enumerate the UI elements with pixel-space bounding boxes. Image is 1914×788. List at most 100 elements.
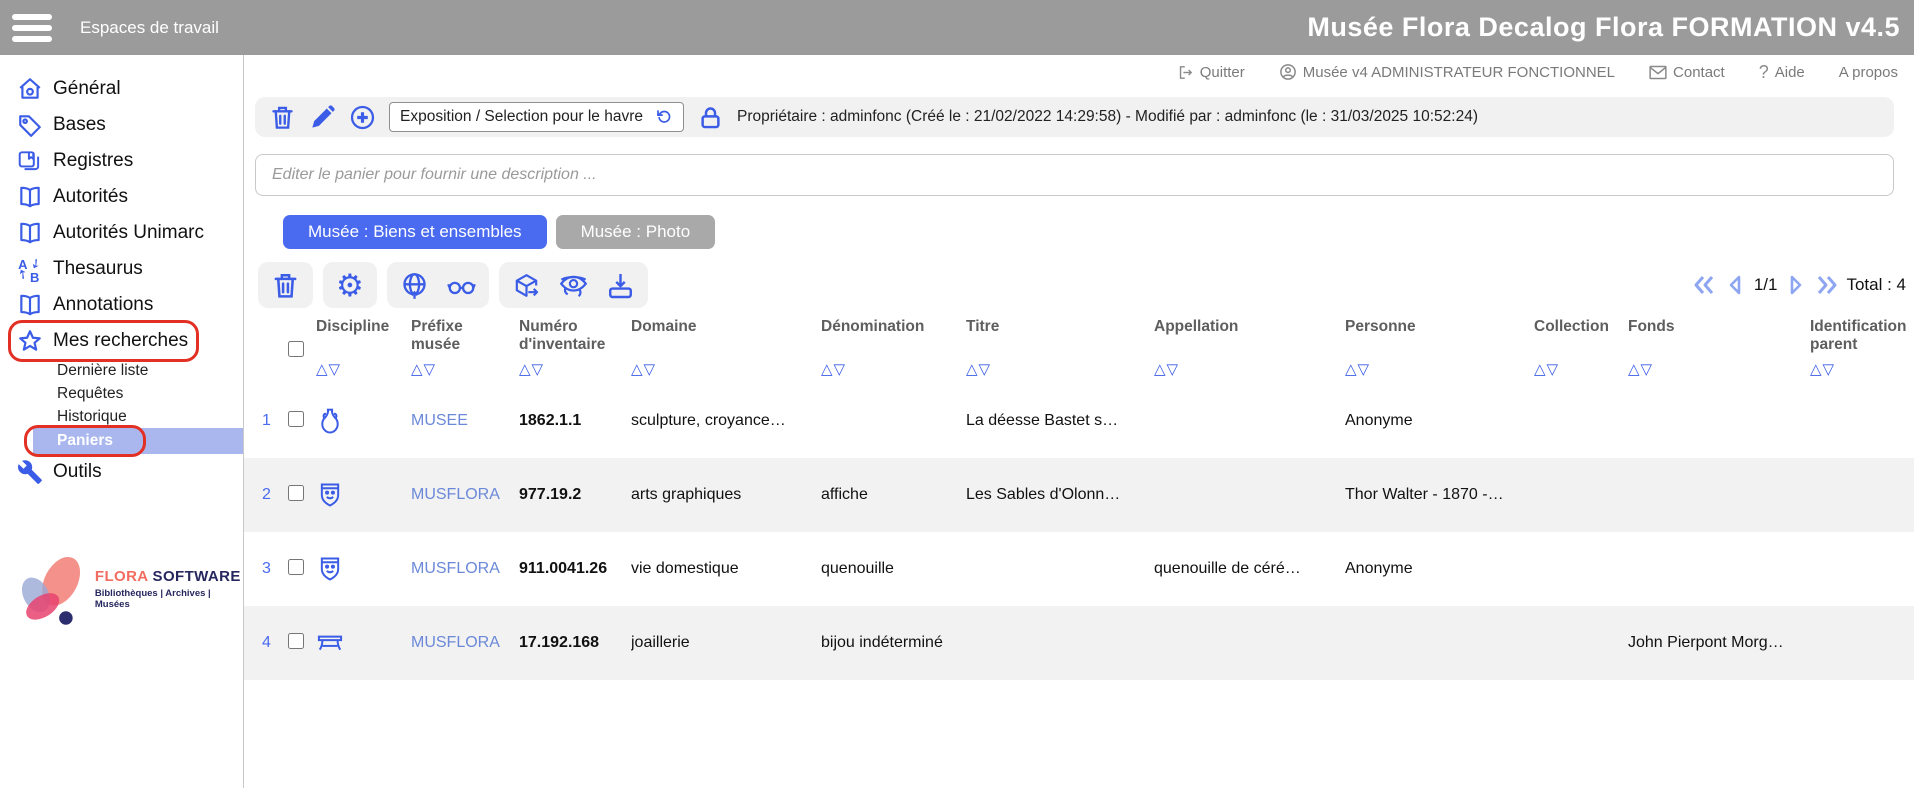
select-all-checkbox[interactable] <box>288 341 304 357</box>
quitter-link[interactable]: Quitter <box>1177 64 1245 81</box>
sidebar-item-label: Outils <box>53 461 102 482</box>
add-basket-icon[interactable] <box>349 104 376 131</box>
sidebar-item-autorites[interactable]: Autorités <box>0 179 243 215</box>
personne-cell: Anonyme <box>1345 560 1413 577</box>
edit-pencil-icon[interactable] <box>309 104 336 131</box>
basket-selector[interactable]: Exposition / Selection pour le havre <box>389 102 684 132</box>
prefixe-link[interactable]: MUSFLORA <box>411 634 519 652</box>
total-count: Total : 4 <box>1846 275 1906 294</box>
crest-icon <box>320 483 340 507</box>
open-book-icon <box>20 186 40 208</box>
column-header: Fonds <box>1628 318 1675 335</box>
export-group <box>498 262 648 308</box>
settings-button[interactable]: ⚙ <box>323 262 377 308</box>
row-number-link[interactable]: 2 <box>262 486 288 504</box>
prefixe-link[interactable]: MUSEE <box>411 412 519 430</box>
first-page-icon[interactable] <box>1692 273 1716 297</box>
row-number-link[interactable]: 3 <box>262 560 288 578</box>
export-box-icon[interactable] <box>512 271 541 300</box>
apropos-link[interactable]: A propos <box>1839 64 1898 81</box>
logout-icon <box>1179 65 1192 79</box>
sidebar-subitem-paniers[interactable]: Paniers <box>24 425 243 457</box>
contact-link[interactable]: Contact <box>1649 64 1725 81</box>
refresh-icon[interactable] <box>655 108 673 126</box>
main-content: Quitter Musée v4 ADMINISTRATEUR FONCTION… <box>244 55 1914 788</box>
sidebar-item-outils[interactable]: Outils <box>0 454 243 490</box>
sort-arrows[interactable]: △▽ <box>1810 360 1914 378</box>
table-row: 2 MUSFLORA 977.19.2 arts graphiques affi… <box>244 458 1914 532</box>
table-row: 3 MUSFLORA 911.0041.26 vie domestique qu… <box>244 532 1914 606</box>
numero-cell: 17.192.168 <box>519 634 600 651</box>
tab-photo[interactable]: Musée : Photo <box>555 215 716 249</box>
column-header: Identification parent <box>1810 318 1907 353</box>
domaine-cell: vie domestique <box>631 560 739 577</box>
column-header: Domaine <box>631 318 697 335</box>
sort-arrows[interactable]: △▽ <box>411 360 515 378</box>
horus-eye-icon[interactable] <box>559 271 588 300</box>
sidebar-item-autorites-unimarc[interactable]: Autorités Unimarc <box>0 215 243 251</box>
sort-arrows[interactable]: △▽ <box>1345 360 1530 378</box>
sidebar-item-registres[interactable]: Registres <box>0 143 243 179</box>
row-number-link[interactable]: 4 <box>262 634 288 652</box>
denomination-cell: affiche <box>821 486 868 503</box>
row-checkbox[interactable] <box>288 410 304 427</box>
table-header: Discipline △▽ Préfixe musée △▽ Numéro d'in… <box>244 314 1914 384</box>
prefixe-link[interactable]: MUSFLORA <box>411 560 519 578</box>
numero-cell: 977.19.2 <box>519 486 582 503</box>
glasses-icon[interactable] <box>446 271 476 300</box>
aide-link[interactable]: ? Aide <box>1759 62 1805 83</box>
column-header: Numéro d'inventaire <box>519 318 606 353</box>
amphora-icon <box>321 408 339 434</box>
sort-arrows[interactable]: △▽ <box>631 360 817 378</box>
basket-description-input[interactable] <box>255 154 1894 196</box>
sidebar-subitem-derniere-liste[interactable]: Dernière liste <box>0 359 243 382</box>
sort-arrows[interactable]: △▽ <box>1534 360 1624 378</box>
row-number-link[interactable]: 1 <box>262 412 288 430</box>
sort-arrows[interactable]: △▽ <box>1628 360 1806 378</box>
delete-basket-icon[interactable] <box>269 104 296 131</box>
last-page-icon[interactable] <box>1815 273 1839 297</box>
publish-group <box>386 262 489 308</box>
row-checkbox[interactable] <box>288 632 304 649</box>
hamburger-menu-icon[interactable] <box>12 9 52 47</box>
globe-upload-icon[interactable] <box>400 271 429 300</box>
user-account[interactable]: Musée v4 ADMINISTRATEUR FONCTIONNEL <box>1279 63 1615 81</box>
sidebar-subitem-requetes[interactable]: Requêtes <box>0 382 243 405</box>
registers-icon <box>18 151 40 171</box>
row-checkbox[interactable] <box>288 484 304 501</box>
titre-cell: Les Sables d'Olonn… <box>966 486 1121 503</box>
sort-arrows[interactable]: △▽ <box>1154 360 1341 378</box>
sidebar-item-bases[interactable]: Bases <box>0 107 243 143</box>
sidebar-item-label: Thesaurus <box>53 258 143 279</box>
sidebar-item-general[interactable]: Général <box>0 71 243 107</box>
sidebar-item-annotations[interactable]: Annotations <box>0 287 243 323</box>
download-icon[interactable] <box>606 271 635 300</box>
sidebar-item-mes-recherches[interactable]: Mes recherches <box>0 320 243 362</box>
logo-brand-software: SOFTWARE <box>147 568 241 585</box>
utility-bar: Quitter Musée v4 ADMINISTRATEUR FONCTION… <box>244 55 1914 89</box>
basket-selector-value: Exposition / Selection pour le havre <box>400 108 643 125</box>
crest-icon <box>320 557 340 581</box>
sidebar-subitem-historique[interactable]: Historique <box>0 405 243 428</box>
next-page-icon[interactable] <box>1784 273 1808 297</box>
sort-arrows[interactable]: △▽ <box>519 360 627 378</box>
column-header: Titre <box>966 318 1000 335</box>
column-header: Appellation <box>1154 318 1239 335</box>
delete-button[interactable] <box>258 262 313 308</box>
question-mark-icon: ? <box>1758 61 1769 82</box>
prefixe-link[interactable]: MUSFLORA <box>411 486 519 504</box>
tab-biens-et-ensembles[interactable]: Musée : Biens et ensembles <box>283 215 547 249</box>
user-label: Musée v4 ADMINISTRATEUR FONCTIONNEL <box>1302 63 1616 81</box>
sort-arrows[interactable]: △▽ <box>316 360 407 378</box>
basket-toolbar: Exposition / Selection pour le havre Pro… <box>255 97 1894 137</box>
sidebar-item-label: Mes recherches <box>53 330 189 351</box>
sidebar-item-thesaurus[interactable]: AB Thesaurus <box>0 251 243 287</box>
logo-tagline: Bibliothèques | Archives | Musées <box>94 588 211 610</box>
sort-arrows[interactable]: △▽ <box>966 360 1150 378</box>
flora-logo-icon <box>21 556 81 625</box>
workspace-label: Espaces de travail <box>80 17 219 37</box>
lock-icon[interactable] <box>697 104 724 131</box>
prev-page-icon[interactable] <box>1723 273 1747 297</box>
row-checkbox[interactable] <box>288 558 304 575</box>
sort-arrows[interactable]: △▽ <box>821 360 962 378</box>
